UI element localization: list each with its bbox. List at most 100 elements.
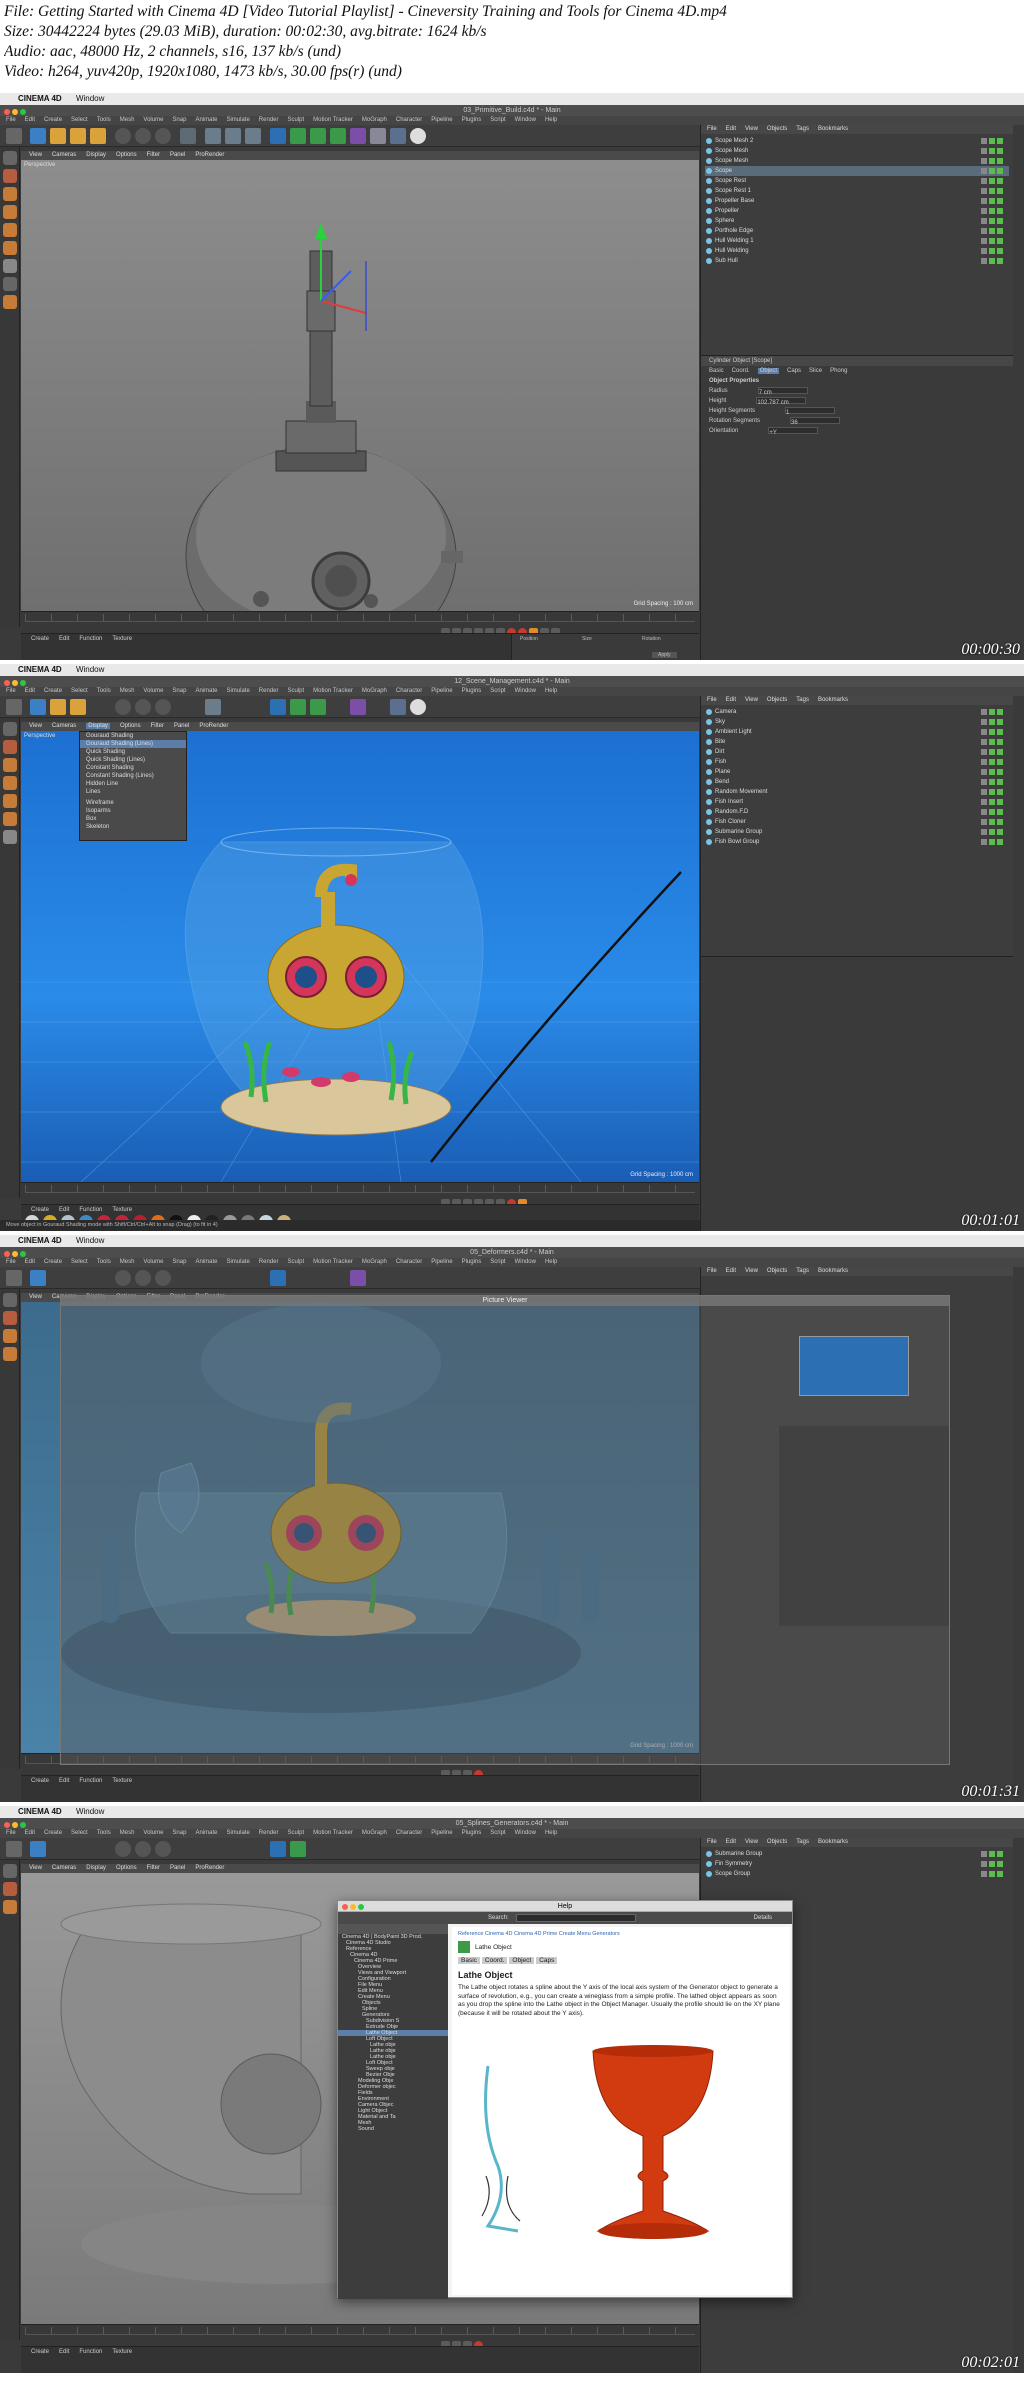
- height-field[interactable]: 102.787 cm: [756, 396, 807, 406]
- menu-character[interactable]: Character: [396, 688, 422, 694]
- vp-menu-panel[interactable]: Panel: [174, 723, 189, 729]
- vp-menu-cameras[interactable]: Cameras: [52, 1865, 76, 1871]
- menu-simulate[interactable]: Simulate: [226, 1259, 249, 1265]
- menu-help[interactable]: Help: [545, 117, 557, 123]
- list-item[interactable]: Scope Mesh: [705, 156, 1009, 166]
- list-item[interactable]: Scope Rest 1: [705, 186, 1009, 196]
- list-item[interactable]: Bend: [705, 777, 1009, 787]
- height-segments-field[interactable]: 1: [785, 406, 836, 416]
- attr-tab-caps[interactable]: Caps: [787, 368, 801, 374]
- make-editable-icon[interactable]: [3, 722, 17, 736]
- list-item[interactable]: Scope Mesh 2: [705, 136, 1009, 146]
- menu-item[interactable]: Skeleton: [80, 823, 186, 831]
- edges-mode-icon[interactable]: [3, 223, 17, 237]
- menu-create[interactable]: Create: [44, 117, 62, 123]
- menu-window[interactable]: Window: [515, 1259, 536, 1265]
- menu-volume[interactable]: Volume: [143, 1259, 163, 1265]
- menu-script[interactable]: Script: [490, 117, 505, 123]
- mat-menu-function[interactable]: Function: [79, 1207, 102, 1213]
- help-tab-object[interactable]: Object: [509, 1957, 535, 1964]
- spline-pen-icon[interactable]: [290, 128, 306, 144]
- light-icon[interactable]: [410, 699, 426, 715]
- list-item[interactable]: Plane: [705, 767, 1009, 777]
- cube-icon[interactable]: [270, 1270, 286, 1286]
- viewport[interactable]: View Cameras Display Options Filter Panel ProR…: [21, 722, 699, 1182]
- subdivision-icon[interactable]: [310, 699, 326, 715]
- mac-menu-app[interactable]: CINEMA 4D: [18, 94, 62, 103]
- help-tab-basic[interactable]: Basic: [458, 1957, 480, 1964]
- menu-window[interactable]: Window: [515, 688, 536, 694]
- viewport[interactable]: View Cameras Display Options Filter Panel ProR…: [21, 151, 699, 611]
- menu-item[interactable]: Box: [80, 815, 186, 823]
- menu-select[interactable]: Select: [71, 688, 88, 694]
- x-axis-icon[interactable]: [115, 1841, 131, 1857]
- list-item[interactable]: Scope Mesh: [705, 146, 1009, 156]
- help-search-input[interactable]: [516, 1914, 636, 1922]
- menu-plugins[interactable]: Plugins: [462, 1830, 482, 1836]
- x-axis-icon[interactable]: [115, 128, 131, 144]
- undo-icon[interactable]: [6, 1270, 22, 1286]
- menu-script[interactable]: Script: [490, 1830, 505, 1836]
- undo-icon[interactable]: [6, 128, 22, 144]
- undo-icon[interactable]: [6, 699, 22, 715]
- camera-icon[interactable]: [390, 128, 406, 144]
- menu-simulate[interactable]: Simulate: [226, 1830, 249, 1836]
- menu-mesh[interactable]: Mesh: [120, 688, 135, 694]
- bend-icon[interactable]: [350, 699, 366, 715]
- axis-mode-icon[interactable]: [3, 830, 17, 844]
- make-editable-icon[interactable]: [3, 1293, 17, 1307]
- add-tool-icon[interactable]: [90, 128, 106, 144]
- om-edit[interactable]: Edit: [726, 126, 736, 132]
- vp-menu-prorender[interactable]: ProRender: [195, 152, 224, 158]
- menu-motion-tracker[interactable]: Motion Tracker: [313, 688, 353, 694]
- menu-plugins[interactable]: Plugins: [462, 117, 482, 123]
- menu-render[interactable]: Render: [259, 688, 279, 694]
- help-tab-coord[interactable]: Coord.: [481, 1957, 508, 1964]
- menu-create[interactable]: Create: [44, 1259, 62, 1265]
- attr-tab-basic[interactable]: Basic: [709, 368, 724, 374]
- vp-menu-view[interactable]: View: [29, 1865, 42, 1871]
- mat-menu-edit[interactable]: Edit: [59, 636, 69, 642]
- om-view[interactable]: View: [745, 697, 758, 703]
- menu-tools[interactable]: Tools: [97, 1259, 111, 1265]
- mat-menu-edit[interactable]: Edit: [59, 1207, 69, 1213]
- light-icon[interactable]: [410, 128, 426, 144]
- cube-icon[interactable]: [270, 128, 286, 144]
- mac-menu-window[interactable]: Window: [76, 665, 104, 674]
- list-item[interactable]: Ambient Light: [705, 727, 1009, 737]
- om-tags[interactable]: Tags: [796, 126, 809, 132]
- mat-menu-texture[interactable]: Texture: [112, 636, 132, 642]
- menu-pipeline[interactable]: Pipeline: [431, 1259, 452, 1265]
- mat-menu-function[interactable]: Function: [79, 1778, 102, 1784]
- timeline[interactable]: [21, 1182, 699, 1208]
- list-item[interactable]: Submarine Group: [705, 827, 1009, 837]
- mac-menu-window[interactable]: Window: [76, 1807, 104, 1816]
- timeline-ruler[interactable]: [25, 2327, 695, 2335]
- bend-icon[interactable]: [350, 128, 366, 144]
- menu-motion-tracker[interactable]: Motion Tracker: [313, 117, 353, 123]
- menu-animate[interactable]: Animate: [195, 117, 217, 123]
- menu-file[interactable]: File: [6, 117, 16, 123]
- menu-animate[interactable]: Animate: [195, 688, 217, 694]
- menu-tools[interactable]: Tools: [97, 1830, 111, 1836]
- close-icon[interactable]: [4, 680, 10, 686]
- points-mode-icon[interactable]: [3, 1329, 17, 1343]
- z-axis-icon[interactable]: [155, 699, 171, 715]
- list-item[interactable]: Sphere: [705, 216, 1009, 226]
- texture-mode-icon[interactable]: [3, 187, 17, 201]
- menu-item[interactable]: Hidden Line: [80, 780, 186, 788]
- floor-icon[interactable]: [370, 128, 386, 144]
- help-window[interactable]: Help Search: Details Cinema 4D | BodyPai…: [337, 1900, 793, 2299]
- menu-file[interactable]: File: [6, 1830, 16, 1836]
- om-view[interactable]: View: [745, 126, 758, 132]
- rotation-segments-field[interactable]: 36: [790, 416, 841, 426]
- om-objects[interactable]: Objects: [767, 126, 787, 132]
- menu-edit[interactable]: Edit: [25, 1830, 35, 1836]
- menu-file[interactable]: File: [6, 688, 16, 694]
- minimize-icon[interactable]: [350, 1904, 356, 1910]
- menu-file[interactable]: File: [6, 1259, 16, 1265]
- menu-item[interactable]: Lines: [80, 788, 186, 796]
- spline-pen-icon[interactable]: [290, 699, 306, 715]
- list-item-selected[interactable]: Scope: [705, 166, 1009, 176]
- attr-tab-coord[interactable]: Coord.: [732, 368, 750, 374]
